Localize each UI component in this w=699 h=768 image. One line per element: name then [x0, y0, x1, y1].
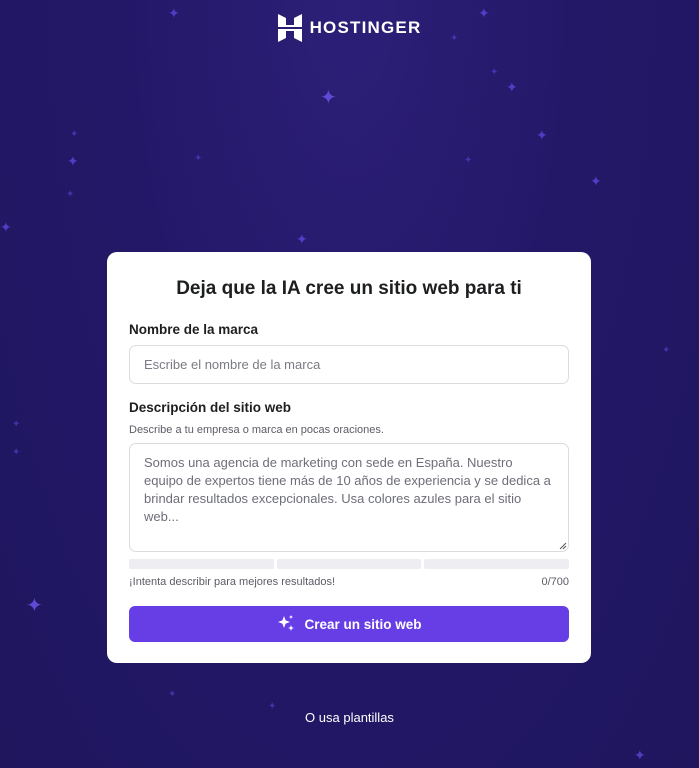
star-icon: ✦ — [66, 189, 75, 200]
star-icon: ✦ — [590, 173, 602, 189]
star-icon: ✦ — [634, 747, 646, 763]
star-icon: ✦ — [12, 419, 21, 430]
strength-segment — [424, 559, 570, 569]
sparkle-icon — [278, 615, 295, 631]
star-icon: ✦ — [464, 155, 473, 166]
description-label: Descripción del sitio web — [129, 400, 292, 415]
star-icon: ✦ — [662, 345, 671, 356]
description-tip: ¡Intenta describir para mejores resultad… — [129, 576, 336, 588]
star-icon: ✦ — [320, 87, 337, 109]
star-icon: ✦ — [194, 153, 203, 164]
logo-text: HOSTINGER — [309, 18, 422, 37]
description-hint: Describe a tu empresa o marca en pocas o… — [129, 424, 384, 436]
star-icon: ✦ — [168, 689, 177, 700]
star-icon: ✦ — [0, 219, 12, 235]
brand-name-input[interactable] — [129, 345, 569, 384]
strength-segment — [276, 559, 422, 569]
hostinger-logo[interactable]: HOSTINGER — [0, 14, 699, 42]
star-icon: ✦ — [296, 231, 308, 247]
star-icon: ✦ — [26, 595, 43, 617]
star-icon: ✦ — [506, 79, 518, 95]
star-icon: ✦ — [536, 127, 548, 143]
star-icon: ✦ — [70, 129, 79, 140]
brand-name-label: Nombre de la marca — [129, 322, 259, 337]
resize-handle-icon[interactable] — [559, 542, 567, 550]
hostinger-logo-icon — [277, 14, 302, 42]
create-website-label: Crear un sitio web — [304, 616, 422, 632]
card-title: Deja que la IA cree un sitio web para ti — [176, 278, 522, 299]
strength-segment — [129, 559, 274, 569]
description-textarea[interactable] — [129, 443, 569, 552]
star-icon: ✦ — [67, 153, 79, 169]
use-templates-link[interactable]: O usa plantillas — [0, 710, 699, 725]
create-website-button[interactable]: Crear un sitio web — [129, 606, 569, 642]
star-icon: ✦ — [12, 447, 21, 458]
star-icon: ✦ — [490, 67, 499, 78]
ai-website-builder-card: Deja que la IA cree un sitio web para ti… — [107, 252, 591, 663]
character-counter: 0/700 — [541, 576, 569, 588]
description-strength-meter — [129, 559, 570, 569]
